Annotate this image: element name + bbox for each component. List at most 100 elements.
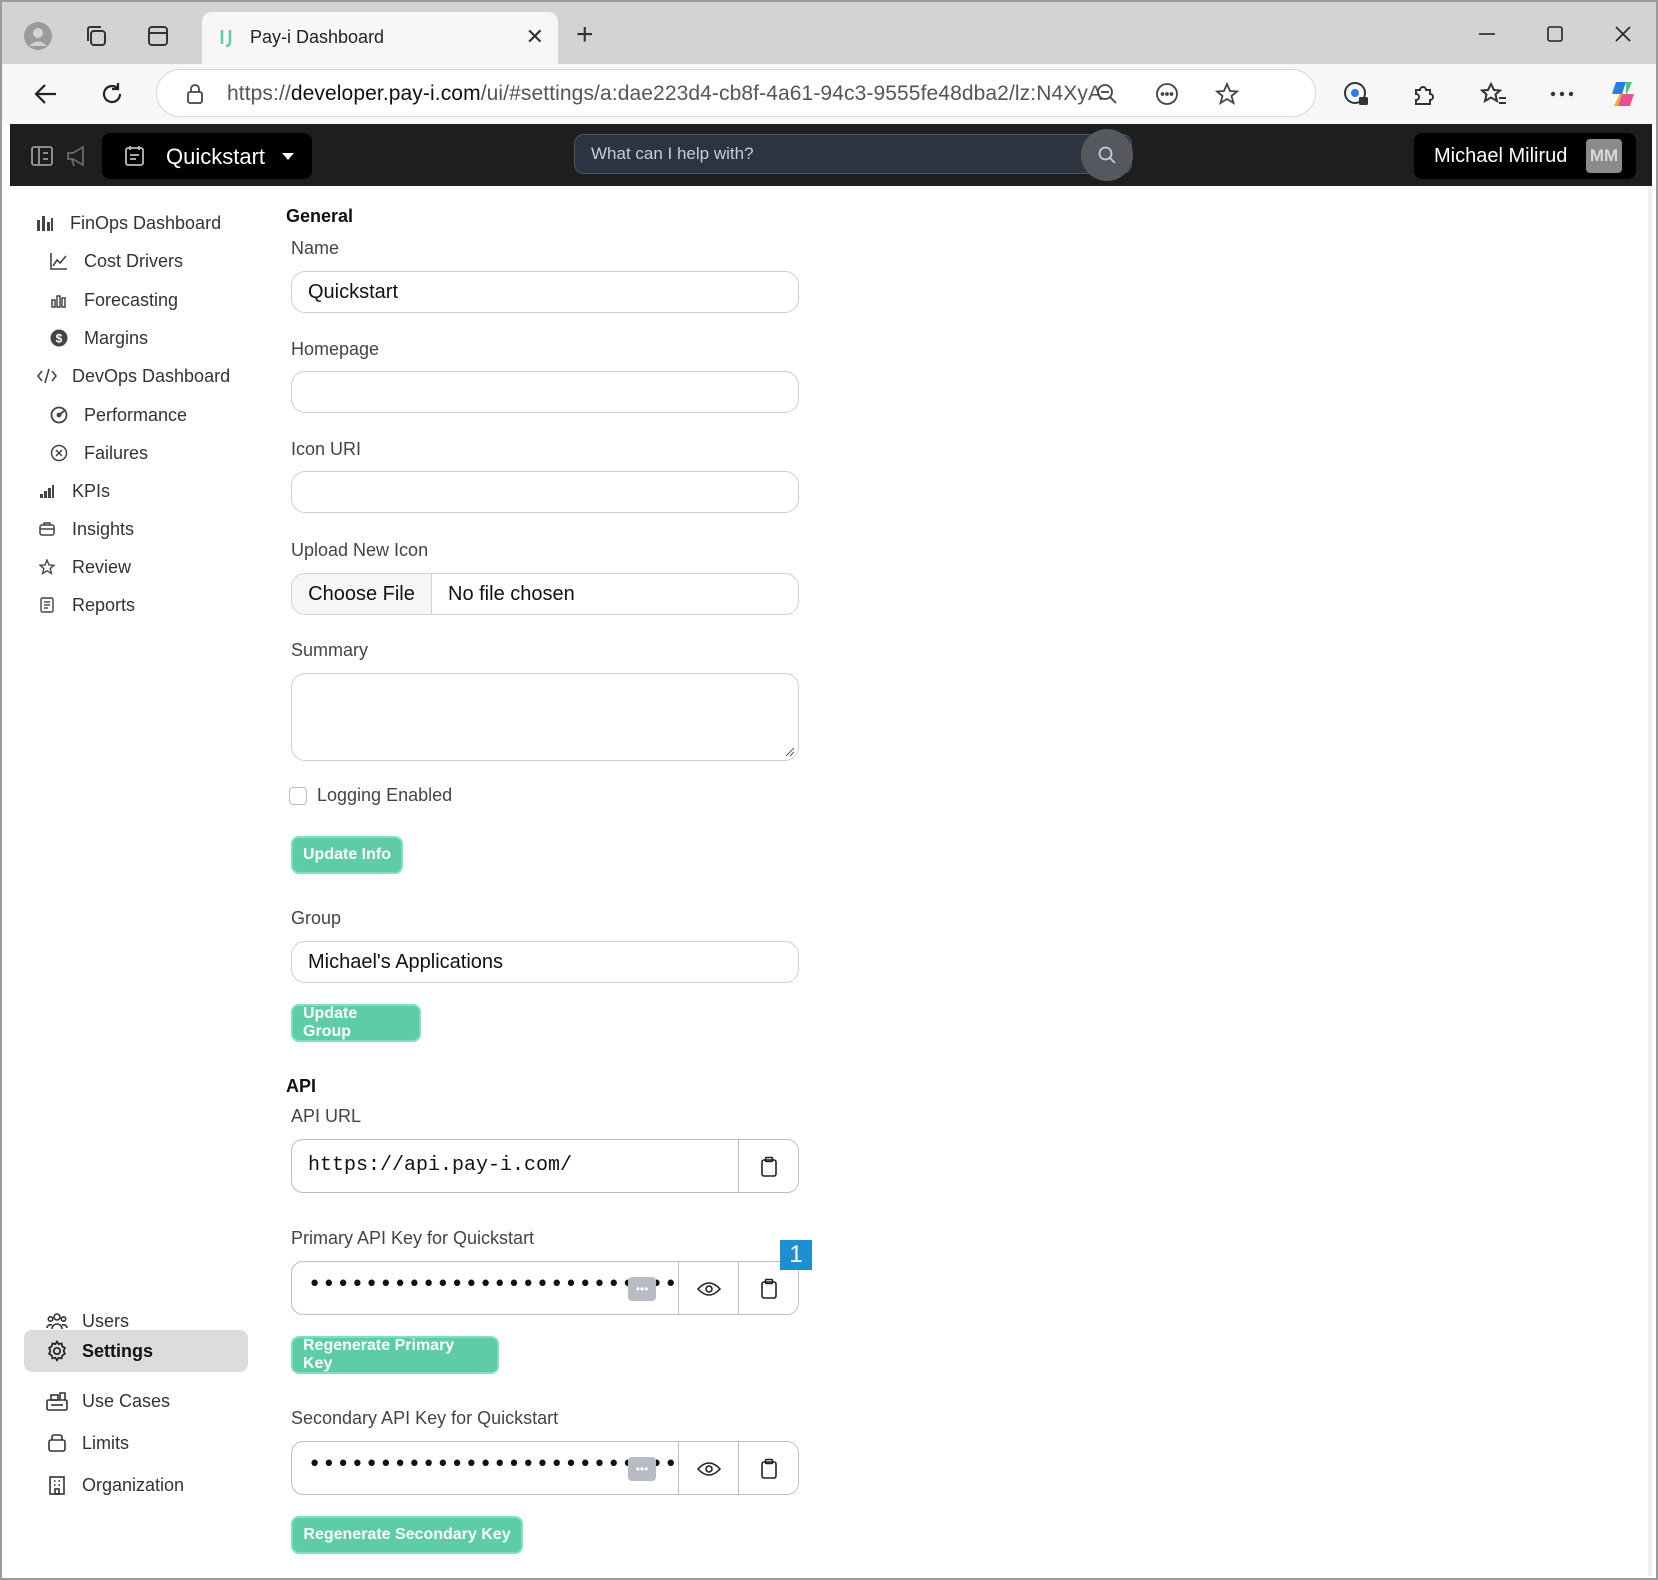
sidebar-item-use-cases[interactable]: Use Cases [36, 1382, 258, 1420]
sidebar-item-insights[interactable]: Insights [36, 510, 134, 548]
tab-actions-icon[interactable] [138, 16, 178, 56]
logging-enabled-checkbox[interactable] [289, 787, 307, 805]
password-manager-badge-icon[interactable]: ••• [628, 1457, 656, 1481]
sidebar-item-label: Settings [82, 1340, 154, 1361]
sidebar-item-label: Users [82, 1310, 130, 1331]
x-circle-icon [48, 442, 70, 464]
maximize-icon[interactable] [1530, 14, 1580, 54]
browser-window: Pay-i Dashboard ✕ + https://developer.pa… [0, 0, 1658, 1580]
sidebar-item-margins[interactable]: $ Margins [48, 319, 148, 357]
sidebar-item-reports[interactable]: Reports [36, 586, 135, 624]
clipboard-icon [760, 1278, 777, 1299]
sidebar-item-finops-dashboard[interactable]: FinOps Dashboard [34, 204, 221, 242]
chevron-down-icon [282, 153, 294, 160]
icon-uri-input[interactable] [291, 471, 799, 513]
file-status: No file chosen [448, 583, 575, 605]
password-manager-icon[interactable] [1336, 74, 1376, 114]
sidebar-item-label: Review [72, 556, 132, 577]
users-icon [46, 1310, 68, 1332]
sidebar-item-performance[interactable]: Performance [48, 396, 187, 434]
summary-label: Summary [291, 640, 369, 660]
forecast-bars-icon [48, 289, 70, 311]
address-bar[interactable]: https://developer.pay-i.com/ui/#settings… [156, 69, 1316, 117]
sidebar-item-limits[interactable]: Limits [36, 1424, 258, 1462]
sidebar-toggle-icon[interactable] [28, 142, 56, 170]
zoom-out-icon[interactable] [1091, 78, 1123, 110]
scrollbar[interactable] [1648, 186, 1652, 1576]
refresh-icon[interactable] [92, 74, 132, 114]
regenerate-secondary-key-button[interactable]: Regenerate Secondary Key [291, 1516, 523, 1554]
sidebar-item-kpis[interactable]: KPIs [36, 472, 110, 510]
profile-icon[interactable] [18, 16, 58, 56]
sidebar-item-forecasting[interactable]: Forecasting [48, 281, 178, 319]
user-menu[interactable]: Michael Milirud MM [1414, 133, 1636, 179]
name-input[interactable] [291, 271, 799, 313]
api-url-field: https://api.pay-i.com/ [291, 1139, 799, 1193]
new-tab-button[interactable]: + [576, 18, 594, 52]
upload-icon-label: Upload New Icon [291, 540, 429, 560]
line-chart-icon [48, 250, 70, 272]
copilot-icon[interactable] [1604, 74, 1644, 114]
ai-search-input[interactable] [575, 135, 1075, 173]
tab-title: Pay-i Dashboard [250, 27, 385, 47]
favorite-star-icon[interactable] [1211, 78, 1243, 110]
lock-icon[interactable] [179, 78, 211, 110]
eye-icon [696, 1462, 721, 1476]
favorites-list-icon[interactable] [1474, 74, 1514, 114]
announcement-icon[interactable] [64, 142, 92, 170]
tab-pay-i-dashboard[interactable]: Pay-i Dashboard ✕ [202, 12, 558, 64]
close-tab-icon[interactable]: ✕ [526, 24, 544, 50]
sidebar-item-label: Cost Drivers [84, 250, 184, 271]
bar-chart-icon [34, 212, 56, 234]
sidebar-item-label: Performance [84, 404, 188, 425]
avatar: MM [1586, 139, 1622, 173]
show-secondary-key-button[interactable] [678, 1442, 738, 1494]
show-primary-key-button[interactable] [678, 1262, 738, 1314]
password-manager-badge-icon[interactable]: ••• [628, 1277, 656, 1301]
extensions-icon[interactable] [1404, 74, 1444, 114]
sidebar-item-review[interactable]: Review [36, 548, 131, 586]
update-group-button[interactable]: Update Group [291, 1004, 421, 1042]
sidebar-item-settings[interactable]: Settings [24, 1330, 248, 1372]
more-options-circle-icon[interactable] [1151, 78, 1183, 110]
sidebar-item-label: Organization [82, 1474, 185, 1495]
regenerate-primary-key-button[interactable]: Regenerate Primary Key [291, 1336, 499, 1374]
insights-icon [36, 518, 58, 540]
sidebar-item-organization[interactable]: Organization [36, 1466, 258, 1504]
kpi-bars-icon [36, 480, 58, 502]
copy-api-url-button[interactable] [738, 1140, 798, 1192]
star-icon [36, 556, 58, 578]
search-icon [1098, 146, 1116, 164]
collections-icon[interactable] [76, 16, 116, 56]
search-button[interactable] [1081, 129, 1133, 181]
close-window-icon[interactable] [1598, 14, 1648, 54]
homepage-input[interactable] [291, 371, 799, 413]
sidebar-item-devops-dashboard[interactable]: DevOps Dashboard [36, 357, 230, 395]
general-section-title: General [286, 206, 354, 226]
app-icon [124, 145, 146, 172]
api-url-value[interactable]: https://api.pay-i.com/ [308, 1154, 572, 1177]
summary-textarea[interactable] [291, 673, 799, 761]
settings-form: General Name Homepage Icon URI Upload Ne… [282, 186, 1642, 1576]
payi-favicon-icon [216, 26, 240, 50]
sidebar-item-failures[interactable]: Failures [48, 434, 148, 472]
app-header: Quickstart Michael Milirud MM [10, 124, 1652, 186]
minimize-icon[interactable] [1462, 14, 1512, 54]
group-input[interactable] [291, 941, 799, 983]
resize-grip-icon[interactable] [785, 747, 795, 757]
code-icon [36, 365, 58, 387]
svg-text:$: $ [56, 332, 63, 346]
group-label: Group [291, 908, 342, 928]
settings-more-icon[interactable] [1542, 74, 1582, 114]
ai-search-box [574, 129, 1133, 181]
update-info-button[interactable]: Update Info [291, 836, 403, 874]
secondary-key-field: •••••••••••••••••••••••••••• ••• [291, 1441, 799, 1495]
name-label: Name [291, 238, 340, 258]
back-icon[interactable] [26, 74, 66, 114]
copy-secondary-key-button[interactable] [738, 1442, 798, 1494]
choose-file-button[interactable]: Choose File [292, 574, 432, 614]
url-text[interactable]: https://developer.pay-i.com/ui/#settings… [227, 82, 1102, 106]
app-name: Quickstart [166, 144, 266, 169]
app-switcher-dropdown[interactable]: Quickstart [102, 133, 312, 179]
sidebar-item-cost-drivers[interactable]: Cost Drivers [48, 242, 183, 280]
